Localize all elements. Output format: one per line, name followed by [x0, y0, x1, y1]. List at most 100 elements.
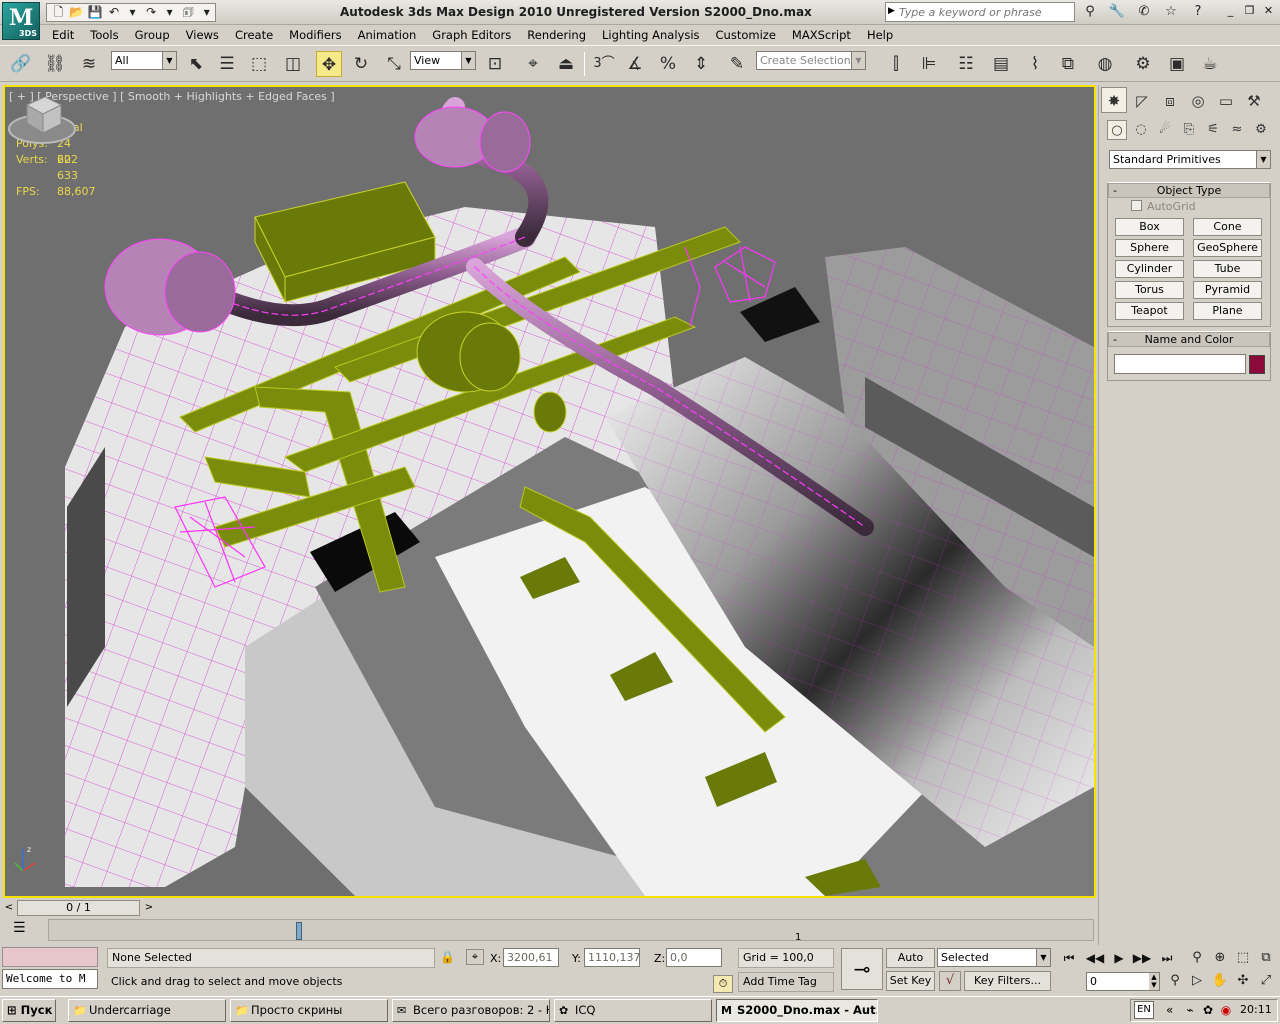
- mini-curve-editor-icon[interactable]: ☰: [13, 920, 26, 936]
- default-in-out-tangents-icon[interactable]: √: [939, 971, 961, 991]
- go-to-start-icon[interactable]: ⏮: [1058, 948, 1080, 968]
- previous-key-icon[interactable]: ◀◀: [1084, 948, 1106, 968]
- menu-create[interactable]: Create: [227, 25, 281, 45]
- subscription-center-icon[interactable]: 🔧: [1105, 3, 1129, 21]
- next-frame-icon[interactable]: >: [142, 900, 156, 916]
- select-and-scale-icon[interactable]: ⤡: [381, 51, 407, 77]
- helpers-icon[interactable]: ⚟: [1203, 120, 1223, 140]
- rendered-frame-window-icon[interactable]: ▣: [1164, 51, 1190, 77]
- cameras-icon[interactable]: ⎘: [1179, 120, 1199, 140]
- time-tag-icon[interactable]: ⏱: [713, 975, 733, 993]
- curve-editor-icon[interactable]: ⌇: [1022, 51, 1048, 77]
- task-conversations[interactable]: ✉ Всего разговоров: 2 - Н...: [392, 999, 550, 1022]
- unlink-selection-icon[interactable]: ⛓: [42, 51, 68, 77]
- spinner-snap-icon[interactable]: ⇕: [688, 51, 714, 77]
- menu-group[interactable]: Group: [127, 25, 178, 45]
- language-indicator[interactable]: EN: [1134, 1001, 1154, 1019]
- plane-button[interactable]: Plane: [1193, 302, 1262, 320]
- graphite-modeling-tools-icon[interactable]: ▤: [988, 51, 1014, 77]
- restore-icon[interactable]: ❐: [1241, 3, 1258, 18]
- menu-rendering[interactable]: Rendering: [519, 25, 594, 45]
- align-icon[interactable]: ⊫: [916, 51, 942, 77]
- menu-tools[interactable]: Tools: [82, 25, 126, 45]
- task-screenshots-folder[interactable]: 📁 Просто скрины: [230, 999, 388, 1022]
- hierarchy-tab-icon[interactable]: ⧈: [1157, 87, 1183, 113]
- autogrid-checkbox[interactable]: AutoGrid: [1131, 200, 1196, 213]
- lights-icon[interactable]: ☄: [1155, 120, 1175, 140]
- save-file-icon[interactable]: 💾: [87, 5, 104, 20]
- bind-to-space-warp-icon[interactable]: ≋: [76, 51, 102, 77]
- layer-manager-icon[interactable]: ☷: [953, 51, 979, 77]
- menu-modifiers[interactable]: Modifiers: [281, 25, 350, 45]
- select-object-icon[interactable]: ⬉: [183, 51, 209, 77]
- space-warps-icon[interactable]: ≈: [1227, 120, 1247, 140]
- undo-icon[interactable]: ↶: [106, 5, 123, 20]
- named-selection-sets-dropdown[interactable]: Create Selection Se ▼: [756, 51, 866, 70]
- pyramid-button[interactable]: Pyramid: [1193, 281, 1262, 299]
- start-button[interactable]: ⊞ Пуск: [2, 999, 56, 1022]
- orbit-icon[interactable]: ✣: [1232, 971, 1254, 991]
- time-slider-thumb[interactable]: 0 / 1: [17, 900, 140, 916]
- primitive-category-dropdown[interactable]: Standard Primitives ▼: [1109, 150, 1271, 169]
- torus-button[interactable]: Torus: [1115, 281, 1184, 299]
- perspective-viewport[interactable]: [ + ] [ Perspective ] [ Smooth + Highlig…: [3, 85, 1096, 898]
- minimize-icon[interactable]: _: [1222, 3, 1239, 18]
- redo-dropdown-icon[interactable]: ▾: [161, 5, 178, 20]
- open-file-icon[interactable]: 📂: [69, 5, 86, 20]
- menu-customize[interactable]: Customize: [708, 25, 784, 45]
- task-3dsmax[interactable]: M S2000_Dno.max - Aut...: [716, 999, 878, 1022]
- angle-snap-icon[interactable]: ∡: [622, 51, 648, 77]
- systems-icon[interactable]: ⚙: [1251, 120, 1271, 140]
- sphere-button[interactable]: Sphere: [1115, 239, 1184, 257]
- geosphere-button[interactable]: GeoSphere: [1193, 239, 1262, 257]
- edit-named-selection-sets-icon[interactable]: ✎: [724, 51, 750, 77]
- modify-tab-icon[interactable]: ◸: [1129, 87, 1155, 113]
- key-filters-button[interactable]: Key Filters...: [964, 971, 1051, 991]
- zoom-extents-icon[interactable]: ⬚: [1232, 948, 1254, 968]
- zoom-all-icon[interactable]: ⊕: [1209, 948, 1231, 968]
- search-input[interactable]: [899, 4, 1071, 20]
- frame-spinner-icon[interactable]: ▲ ▼: [1149, 973, 1159, 990]
- select-and-move-icon[interactable]: ✥: [316, 51, 342, 77]
- track-bar-timeline[interactable]: 1: [48, 919, 1094, 943]
- pan-view-icon[interactable]: ✋: [1209, 971, 1231, 991]
- select-by-name-icon[interactable]: ☰: [214, 51, 240, 77]
- menu-views[interactable]: Views: [178, 25, 227, 45]
- y-coordinate-field[interactable]: 1110,137: [584, 948, 641, 967]
- menu-graph-editors[interactable]: Graph Editors: [424, 25, 519, 45]
- zoom-icon[interactable]: ⚲: [1186, 948, 1208, 968]
- previous-frame-icon[interactable]: <: [2, 900, 16, 916]
- menu-lighting-analysis[interactable]: Lighting Analysis: [594, 25, 708, 45]
- key-mode-dropdown[interactable]: Selected ▼: [937, 948, 1051, 967]
- search-expand-icon[interactable]: ▶: [888, 6, 895, 16]
- binoculars-search-icon[interactable]: ⚲: [1078, 3, 1102, 21]
- zoom-extents-all-icon[interactable]: ⧉: [1255, 948, 1277, 968]
- cone-button[interactable]: Cone: [1193, 218, 1262, 236]
- tray-expand-icon[interactable]: «: [1166, 1003, 1173, 1017]
- maxscript-listener-input[interactable]: Welcome to M: [2, 969, 98, 989]
- viewcube-icon[interactable]: [5, 87, 79, 147]
- motion-tab-icon[interactable]: ◎: [1185, 87, 1211, 113]
- window-crossing-icon[interactable]: ◫: [280, 51, 306, 77]
- current-frame-marker[interactable]: [296, 922, 302, 940]
- absolute-mode-transform-icon[interactable]: ⌖: [466, 949, 484, 965]
- set-keys-icon[interactable]: ⊸: [841, 948, 883, 990]
- redo-icon[interactable]: ↷: [143, 5, 160, 20]
- object-type-rollout-header[interactable]: - Object Type: [1108, 183, 1270, 198]
- play-icon[interactable]: ▶: [1108, 948, 1130, 968]
- snaps-toggle-icon[interactable]: 3⌒: [591, 51, 617, 77]
- maximize-viewport-icon[interactable]: ⤢: [1255, 971, 1277, 991]
- go-to-end-icon[interactable]: ⏭: [1156, 948, 1178, 968]
- quick-access-menu-icon[interactable]: ▾: [199, 5, 216, 20]
- cylinder-button[interactable]: Cylinder: [1115, 260, 1184, 278]
- menu-maxscript[interactable]: MAXScript: [784, 25, 859, 45]
- communication-center-icon[interactable]: ✆: [1132, 3, 1156, 21]
- select-and-rotate-icon[interactable]: ↻: [348, 51, 374, 77]
- close-icon[interactable]: ✕: [1260, 3, 1277, 18]
- project-folder-icon[interactable]: 🗊: [180, 5, 197, 20]
- object-color-swatch[interactable]: [1249, 355, 1265, 374]
- menu-edit[interactable]: Edit: [44, 25, 82, 45]
- menu-animation[interactable]: Animation: [350, 25, 425, 45]
- rectangular-selection-region-icon[interactable]: ⬚: [246, 51, 272, 77]
- field-of-view-icon[interactable]: ▷: [1186, 971, 1208, 991]
